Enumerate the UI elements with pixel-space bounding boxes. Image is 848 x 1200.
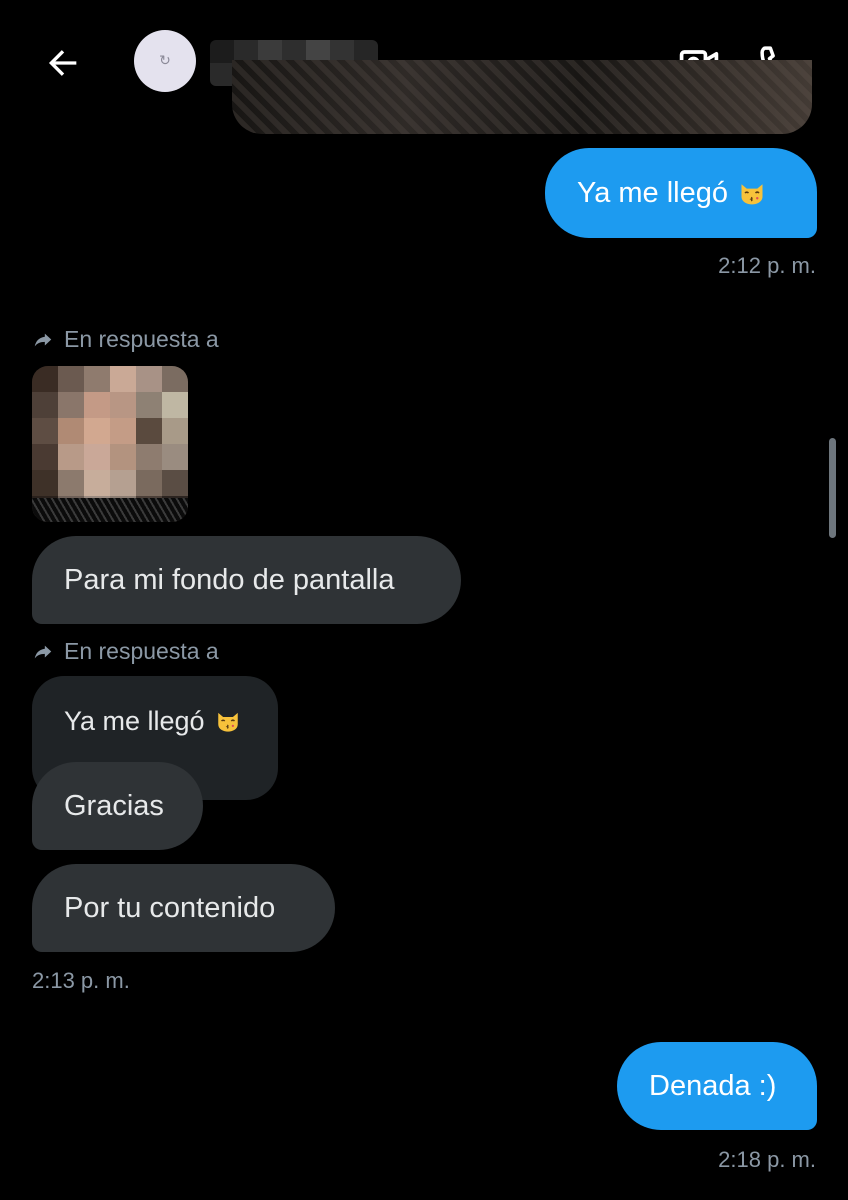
dm-conversation-screen: ↻ Ya me llegó 2:12 p. m. En respuesta a …	[0, 0, 848, 1200]
incoming-message-bubble[interactable]: Para mi fondo de pantalla	[32, 536, 461, 624]
image-shading	[232, 60, 812, 134]
quoted-message-text: Ya me llegó	[64, 706, 205, 736]
message-timestamp: 2:12 p. m.	[718, 253, 816, 278]
message-timestamp: 2:13 p. m.	[32, 968, 130, 993]
reply-arrow-icon	[34, 333, 52, 346]
message-text: Por tu contenido	[64, 892, 276, 924]
sent-image-message[interactable]	[232, 60, 812, 134]
incoming-message-bubble[interactable]: Gracias	[32, 762, 203, 850]
outgoing-message-bubble[interactable]: Denada :)	[617, 1042, 817, 1130]
message-text: Para mi fondo de pantalla	[64, 564, 395, 596]
kissing-cat-emoji-icon	[741, 184, 763, 205]
message-timestamp: 2:18 p. m.	[718, 1147, 816, 1172]
reply-label-text: En respuesta a	[64, 326, 219, 352]
reply-arrow-icon	[34, 645, 52, 658]
in-reply-to-label: En respuesta a	[32, 326, 219, 353]
avatar[interactable]: ↻	[134, 30, 196, 92]
image-lace-pattern	[32, 498, 188, 522]
outgoing-message-bubble[interactable]: Ya me llegó	[545, 148, 817, 238]
scrollbar[interactable]	[829, 438, 836, 538]
arrow-left-icon	[48, 50, 77, 76]
quoted-image-thumbnail[interactable]	[32, 366, 188, 522]
in-reply-to-label: En respuesta a	[32, 638, 219, 665]
message-text: Gracias	[64, 790, 164, 822]
back-button[interactable]	[40, 40, 86, 86]
message-text: Denada :)	[649, 1070, 777, 1102]
loading-spinner-icon: ↻	[159, 53, 171, 69]
incoming-message-bubble[interactable]: Por tu contenido	[32, 864, 335, 952]
kissing-cat-emoji-icon	[217, 712, 238, 732]
message-text: Ya me llegó	[577, 177, 728, 209]
reply-label-text: En respuesta a	[64, 638, 219, 664]
